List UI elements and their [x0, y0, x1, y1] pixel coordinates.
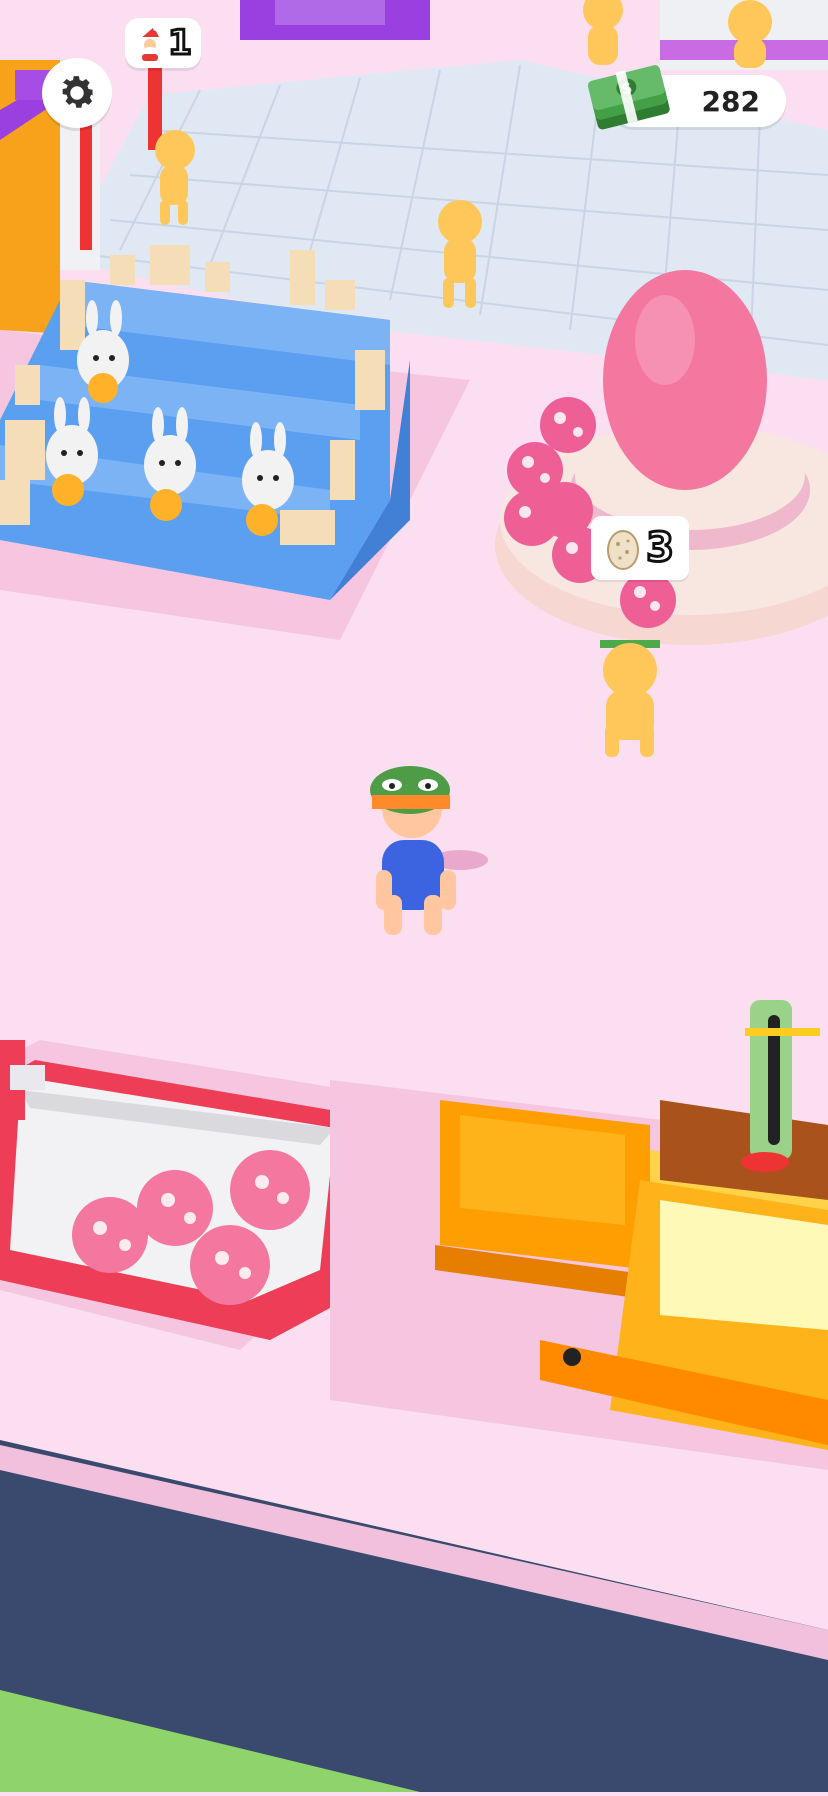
- santa-count: 1: [167, 23, 194, 63]
- worker: [583, 0, 623, 65]
- egg-count: 3: [645, 525, 676, 571]
- giant-egg: [603, 270, 767, 490]
- santa-counter: 1: [125, 18, 201, 68]
- worker: [600, 640, 660, 757]
- egg-icon: [607, 530, 640, 570]
- settings-button[interactable]: [42, 58, 112, 128]
- game-world: [0, 0, 828, 1792]
- cash-stack-icon: $: [587, 65, 670, 130]
- santa-icon: [139, 25, 162, 61]
- money-value: 282: [701, 84, 760, 118]
- egg-count-bubble: 3: [591, 516, 689, 580]
- gear-icon: [62, 76, 96, 108]
- worker: [728, 0, 772, 68]
- game-scene[interactable]: 1 282 $ 3: [0, 0, 828, 1792]
- egg-tray: [0, 1040, 360, 1350]
